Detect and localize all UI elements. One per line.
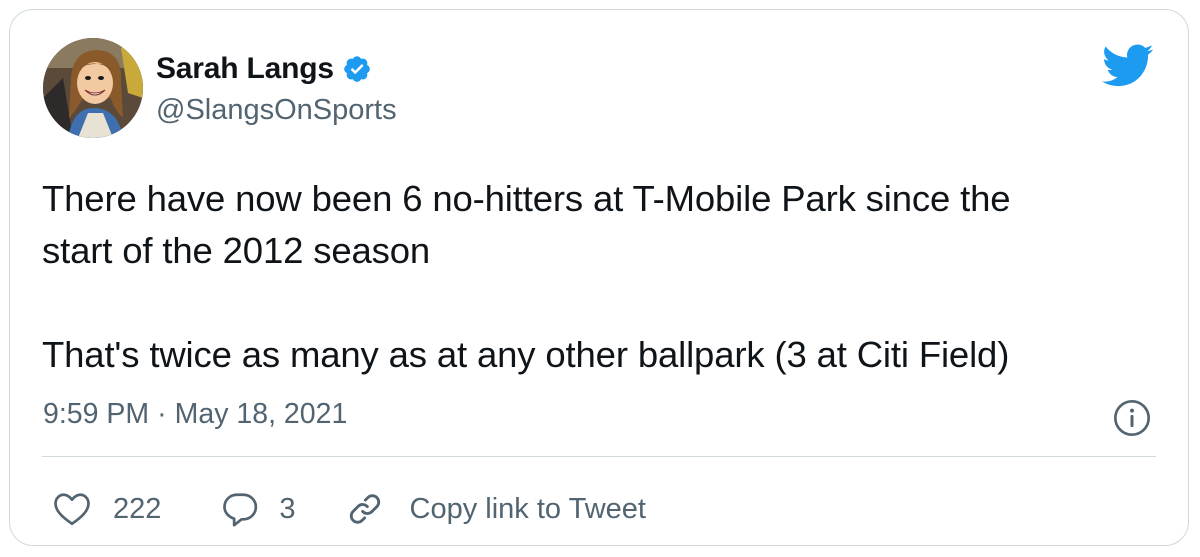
- tweet-time: 9:59 PM: [43, 398, 150, 430]
- tweet-text-line: start of the 2012 season: [42, 230, 431, 271]
- tweet-date: May 18, 2021: [174, 398, 348, 430]
- tweet-text: There have now been 6 no-hitters at T-Mo…: [42, 173, 1172, 381]
- author-handle[interactable]: @SlangsOnSports: [156, 94, 397, 127]
- author-name-row: Sarah Langs: [156, 51, 372, 87]
- twitter-bird-icon[interactable]: [1102, 44, 1154, 88]
- heart-icon: [54, 493, 90, 526]
- display-name[interactable]: Sarah Langs: [156, 52, 334, 86]
- tweet-text-line: That's twice as many as at any other bal…: [42, 334, 1010, 375]
- reply-bubble-icon: [223, 493, 258, 527]
- timestamp-separator: ·: [157, 398, 167, 430]
- tweet-card: Sarah Langs @SlangsOnSports There have n…: [9, 9, 1189, 546]
- tweet-text-line: There have now been 6 no-hitters at T-Mo…: [42, 178, 1011, 219]
- action-bar: 222 3 Copy link to Tweet: [53, 486, 646, 532]
- verified-badge-icon: [344, 56, 370, 82]
- like-count: 222: [113, 492, 162, 525]
- like-button[interactable]: 222: [53, 491, 161, 527]
- avatar-image: [43, 38, 143, 138]
- avatar[interactable]: [43, 38, 143, 138]
- info-icon[interactable]: [1112, 398, 1152, 438]
- divider: [42, 456, 1156, 457]
- reply-count: 3: [279, 492, 296, 525]
- copy-link-button[interactable]: Copy link to Tweet: [346, 490, 646, 528]
- copy-link-label: Copy link to Tweet: [409, 492, 646, 525]
- reply-button[interactable]: 3: [221, 490, 296, 528]
- link-icon: [349, 494, 380, 524]
- tweet-timestamp[interactable]: 9:59 PM · May 18, 2021: [43, 398, 347, 431]
